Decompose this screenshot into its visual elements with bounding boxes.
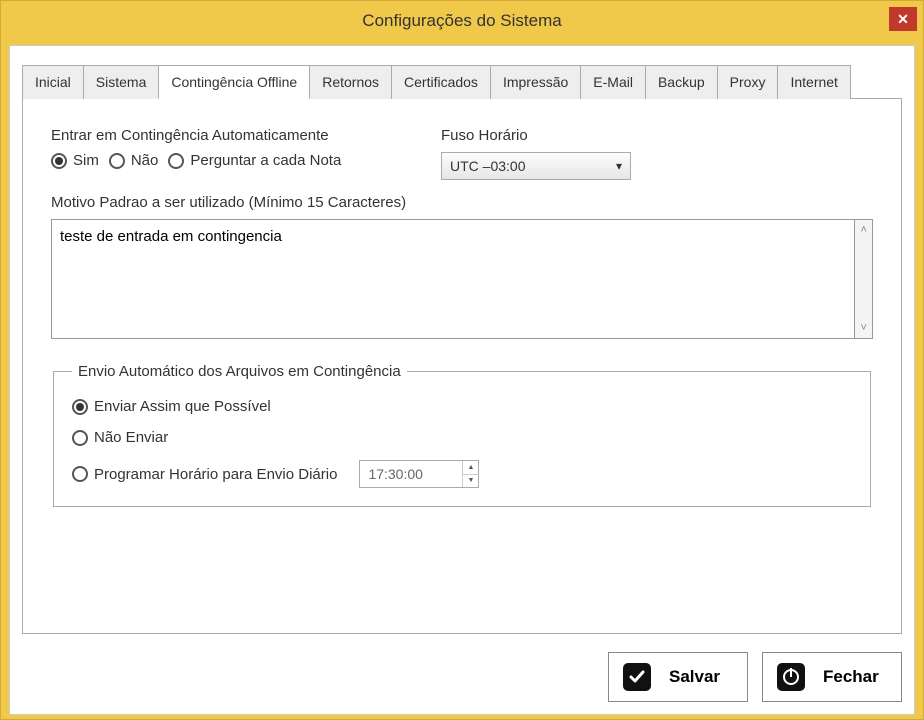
- radio-icon: [72, 430, 88, 446]
- tab-internet[interactable]: Internet: [777, 65, 850, 99]
- motivo-wrap: ˄ ˅: [51, 219, 873, 339]
- radio-asap-label: Enviar Assim que Possível: [94, 398, 271, 415]
- radio-nao[interactable]: Não: [109, 152, 159, 169]
- radio-schedule-label: Programar Horário para Envio Diário: [94, 466, 337, 483]
- close-button[interactable]: ✕: [889, 7, 917, 31]
- dialog-footer: Salvar Fechar: [22, 652, 902, 702]
- tab-sistema[interactable]: Sistema: [83, 65, 160, 99]
- window-title: Configurações do Sistema: [362, 11, 561, 31]
- tab-backup[interactable]: Backup: [645, 65, 718, 99]
- auto-contingency-radios: Sim Não Perguntar a cada Nota: [51, 152, 421, 169]
- radio-icon: [72, 466, 88, 482]
- motivo-label: Motivo Padrao a ser utilizado (Mínimo 15…: [51, 194, 873, 211]
- timezone-group: Fuso Horário UTC –03:00 ▾: [441, 127, 631, 180]
- power-icon: [777, 663, 805, 691]
- radio-icon: [109, 153, 125, 169]
- close-dialog-button[interactable]: Fechar: [762, 652, 902, 702]
- tab-retornos[interactable]: Retornos: [309, 65, 392, 99]
- save-label: Salvar: [669, 667, 720, 687]
- spinner-down[interactable]: ▼: [463, 475, 478, 488]
- radio-perguntar[interactable]: Perguntar a cada Nota: [168, 152, 341, 169]
- envio-legend: Envio Automático dos Arquivos em Conting…: [72, 363, 407, 380]
- content-area: Inicial Sistema Contingência Offline Ret…: [9, 45, 915, 715]
- textarea-scrollbar[interactable]: ˄ ˅: [855, 219, 873, 339]
- tab-inicial[interactable]: Inicial: [22, 65, 84, 99]
- tab-contingencia-offline[interactable]: Contingência Offline: [158, 65, 310, 99]
- titlebar: Configurações do Sistema ✕: [1, 1, 923, 41]
- schedule-time-input[interactable]: 17:30:00 ▲ ▼: [359, 460, 479, 488]
- radio-programar[interactable]: Programar Horário para Envio Diário: [72, 466, 337, 483]
- timezone-value: UTC –03:00: [450, 158, 525, 174]
- tab-certificados[interactable]: Certificados: [391, 65, 491, 99]
- motivo-textarea[interactable]: [51, 219, 855, 339]
- system-settings-window: Configurações do Sistema ✕ Inicial Siste…: [0, 0, 924, 720]
- radio-never-label: Não Enviar: [94, 429, 168, 446]
- spinner-up[interactable]: ▲: [463, 461, 478, 475]
- radio-sim[interactable]: Sim: [51, 152, 99, 169]
- row-auto-tz: Entrar em Contingência Automaticamente S…: [51, 127, 873, 180]
- radio-icon: [168, 153, 184, 169]
- auto-contingency-label: Entrar em Contingência Automaticamente: [51, 127, 421, 144]
- tab-strip: Inicial Sistema Contingência Offline Ret…: [22, 64, 902, 99]
- save-button[interactable]: Salvar: [608, 652, 748, 702]
- tab-email[interactable]: E-Mail: [580, 65, 646, 99]
- tab-proxy[interactable]: Proxy: [717, 65, 779, 99]
- chevron-down-icon: ▾: [616, 159, 622, 173]
- envio-group: Envio Automático dos Arquivos em Conting…: [53, 363, 871, 507]
- radio-icon: [72, 399, 88, 415]
- tab-impressao[interactable]: Impressão: [490, 65, 581, 99]
- radio-nao-enviar[interactable]: Não Enviar: [72, 429, 852, 446]
- scroll-down-icon: ˅: [860, 322, 866, 334]
- scroll-up-icon: ˄: [860, 224, 866, 236]
- time-spinner: ▲ ▼: [462, 461, 478, 487]
- radio-perguntar-label: Perguntar a cada Nota: [190, 152, 341, 169]
- timezone-label: Fuso Horário: [441, 127, 631, 144]
- close-label: Fechar: [823, 667, 879, 687]
- radio-enviar-asap[interactable]: Enviar Assim que Possível: [72, 398, 852, 415]
- timezone-select[interactable]: UTC –03:00 ▾: [441, 152, 631, 180]
- radio-sim-label: Sim: [73, 152, 99, 169]
- envio-options: Enviar Assim que Possível Não Enviar Pro…: [72, 398, 852, 488]
- schedule-row: Programar Horário para Envio Diário 17:3…: [72, 460, 852, 488]
- radio-icon: [51, 153, 67, 169]
- auto-contingency-group: Entrar em Contingência Automaticamente S…: [51, 127, 421, 169]
- check-icon: [623, 663, 651, 691]
- close-icon: ✕: [897, 11, 909, 28]
- schedule-time-value: 17:30:00: [368, 466, 423, 482]
- tab-panel-contingencia: Entrar em Contingência Automaticamente S…: [22, 99, 902, 634]
- radio-nao-label: Não: [131, 152, 159, 169]
